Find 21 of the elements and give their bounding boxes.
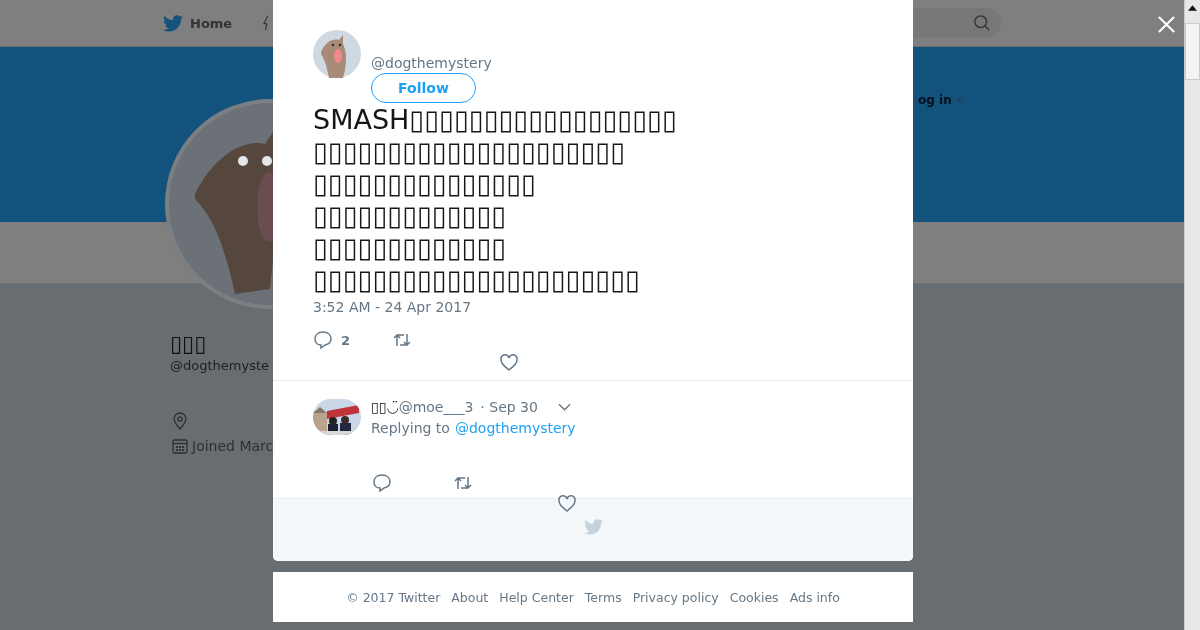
- mention-link[interactable]: @dogthemystery: [454, 420, 576, 436]
- home-link[interactable]: Home: [190, 15, 233, 31]
- reply-count: 2: [341, 332, 351, 348]
- footer-link[interactable]: Ads info: [789, 589, 840, 605]
- footer-link[interactable]: Privacy policy: [632, 589, 719, 605]
- joined-date: Joined Marc: [192, 438, 274, 454]
- footer-link[interactable]: Terms: [584, 589, 622, 605]
- copyright: © 2017 Twitter: [346, 589, 441, 605]
- profile-name: ▯▯▯: [170, 331, 207, 357]
- footer-link[interactable]: About: [451, 589, 489, 605]
- author-handle: @dogthemystery: [371, 55, 492, 71]
- footer-link[interactable]: Cookies: [729, 589, 779, 605]
- profile-handle: @dogthemyste: [170, 358, 270, 373]
- reply-date: · Sep 30: [480, 399, 538, 415]
- footer-link[interactable]: Help Center: [499, 589, 574, 605]
- follow-button[interactable]: Follow: [371, 73, 476, 103]
- tweet-timestamp: 3:52 AM - 24 Apr 2017: [313, 299, 473, 315]
- tweet-text: SMASH▯▯▯▯▯▯▯▯▯▯▯▯▯▯▯▯▯▯ ▯▯▯▯▯▯▯▯▯▯▯▯▯▯▯▯▯▯▯▯▯ ▯▯▯▯▯▯▯▯▯▯▯▯▯▯▯ ▯▯▯▯▯▯▯▯▯▯▯▯▯ ▯▯▯▯▯▯▯▯▯▯▯▯▯ ▯▯▯▯▯▯▯▯▯▯▯▯▯▯▯▯▯▯▯▯▯▯: [313, 104, 678, 296]
- reply-handle: @moe___3: [398, 399, 474, 415]
- reply-author: ▯▯◡̈: [371, 399, 399, 415]
- replying-label: Replying to: [371, 420, 450, 436]
